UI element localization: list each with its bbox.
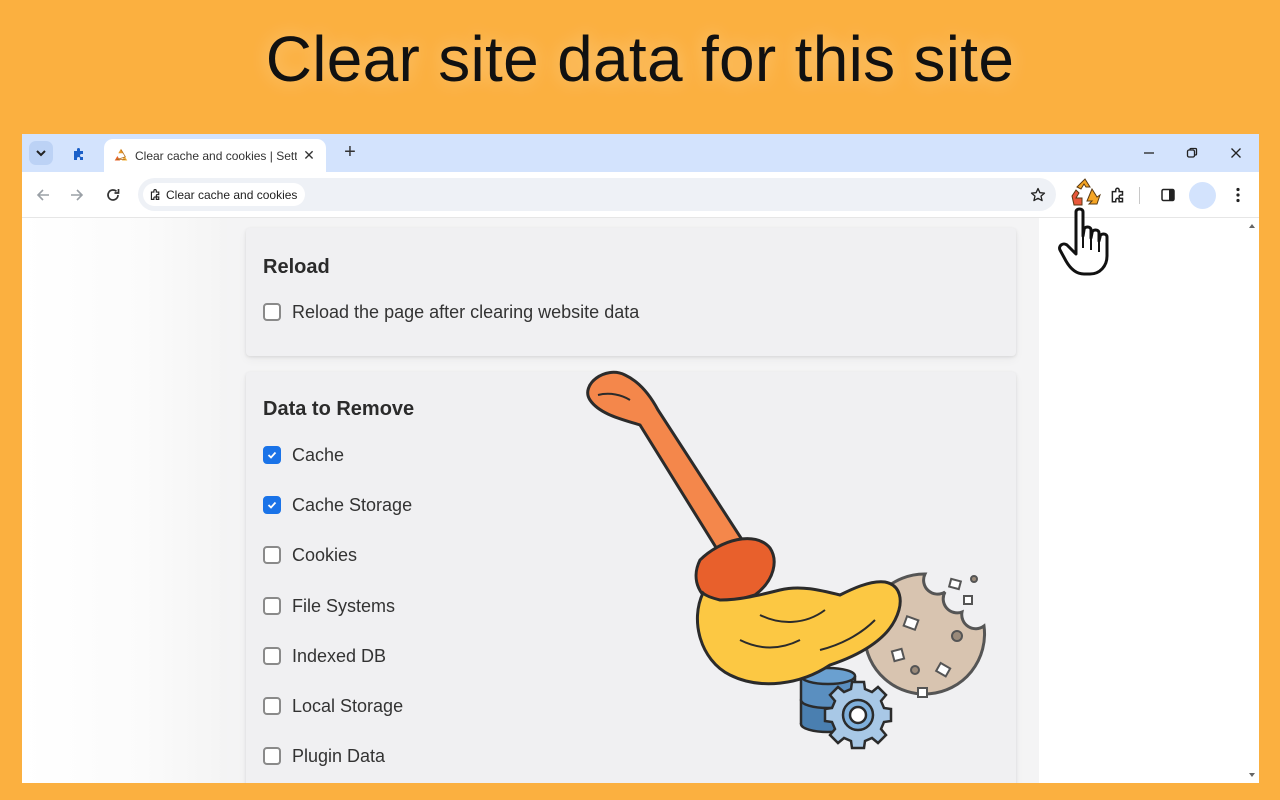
reload-button[interactable] <box>102 184 124 206</box>
arrow-right-icon <box>71 189 84 201</box>
tab-search-button[interactable] <box>29 141 53 165</box>
option-label: Reload the page after clearing website d… <box>292 301 640 322</box>
reload-checkbox[interactable] <box>263 303 281 321</box>
extension-pinned-button[interactable] <box>68 143 90 165</box>
active-tab[interactable]: Clear cache and cookies | Settings ✕ <box>104 139 326 172</box>
option-cache[interactable]: Cache <box>263 444 344 466</box>
plugin-data-checkbox[interactable] <box>263 747 281 765</box>
tab-bar: Clear cache and cookies | Settings ✕ + <box>22 134 1259 172</box>
cache-storage-checkbox[interactable] <box>263 496 281 514</box>
scroll-up-arrow-icon[interactable] <box>1249 224 1255 228</box>
puzzle-icon <box>1111 187 1124 203</box>
more-vert-icon <box>1236 187 1240 203</box>
chip-label: Clear cache and cookies <box>166 187 298 202</box>
tab-title: Clear cache and cookies | Settings <box>135 148 297 163</box>
close-icon <box>1231 148 1241 158</box>
star-icon <box>1030 187 1046 202</box>
option-cookies[interactable]: Cookies <box>263 544 357 566</box>
option-local-storage[interactable]: Local Storage <box>263 695 403 717</box>
promo-headline: Clear site data for this site <box>265 23 1015 95</box>
indexed-db-checkbox[interactable] <box>263 647 281 665</box>
option-label: File Systems <box>292 595 396 616</box>
reload-icon <box>107 189 120 201</box>
recycle-icon <box>114 148 128 160</box>
option-label: Cache <box>292 444 345 465</box>
option-label: Cookies <box>292 544 358 565</box>
scroll-down-arrow-icon[interactable] <box>1249 773 1255 777</box>
restore-button[interactable] <box>1177 142 1207 164</box>
page-content: Reload Reload the page after clearing we… <box>22 218 1246 783</box>
bookmark-button[interactable] <box>1028 185 1048 205</box>
reload-after-clearing-option[interactable]: Reload the page after clearing website d… <box>263 301 639 323</box>
hand-pointer-icon <box>1058 207 1109 276</box>
option-indexed-db[interactable]: Indexed DB <box>263 645 386 667</box>
cache-checkbox[interactable] <box>263 446 281 464</box>
vertical-scrollbar[interactable] <box>1246 218 1259 783</box>
minimize-button[interactable] <box>1134 142 1164 164</box>
minimize-icon <box>1144 152 1154 154</box>
browser-menu-button[interactable] <box>1226 183 1250 207</box>
side-panel-button[interactable] <box>1156 183 1180 207</box>
new-tab-button[interactable]: + <box>340 142 360 162</box>
option-label: Indexed DB <box>292 645 387 666</box>
option-label: Cache Storage <box>292 494 413 515</box>
right-margin <box>1039 218 1246 783</box>
option-label: Plugin Data <box>292 745 386 766</box>
reload-card: Reload Reload the page after clearing we… <box>246 228 1016 356</box>
forward-button[interactable] <box>66 184 88 206</box>
data-to-remove-card: Data to Remove Cache Cache Storage Cooki… <box>246 372 1016 783</box>
file-systems-checkbox[interactable] <box>263 597 281 615</box>
left-margin <box>22 218 227 783</box>
extensions-menu-button[interactable] <box>1106 183 1130 207</box>
arrow-left-icon <box>36 189 49 201</box>
profile-avatar[interactable] <box>1189 182 1216 209</box>
extension-page-chip[interactable]: Clear cache and cookies <box>143 183 306 206</box>
close-window-button[interactable] <box>1221 142 1251 164</box>
check-icon <box>267 451 277 459</box>
puzzle-icon <box>150 189 160 200</box>
back-button[interactable] <box>32 184 54 206</box>
option-label: Local Storage <box>292 695 404 716</box>
restore-icon <box>1186 147 1198 158</box>
side-panel-icon <box>1161 188 1175 202</box>
option-plugin-data[interactable]: Plugin Data <box>263 745 385 767</box>
data-section-title: Data to Remove <box>263 398 415 420</box>
address-bar[interactable]: Clear cache and cookies <box>138 178 1056 211</box>
check-icon <box>267 501 277 509</box>
option-cache-storage[interactable]: Cache Storage <box>263 494 412 516</box>
local-storage-checkbox[interactable] <box>263 697 281 715</box>
option-file-systems[interactable]: File Systems <box>263 595 395 617</box>
reload-section-title: Reload <box>263 256 330 278</box>
tab-close-icon[interactable]: ✕ <box>301 147 317 164</box>
toolbar-divider <box>1139 187 1140 204</box>
cookies-checkbox[interactable] <box>263 546 281 564</box>
chevron-down-icon <box>36 150 46 157</box>
puzzle-icon <box>74 148 83 160</box>
